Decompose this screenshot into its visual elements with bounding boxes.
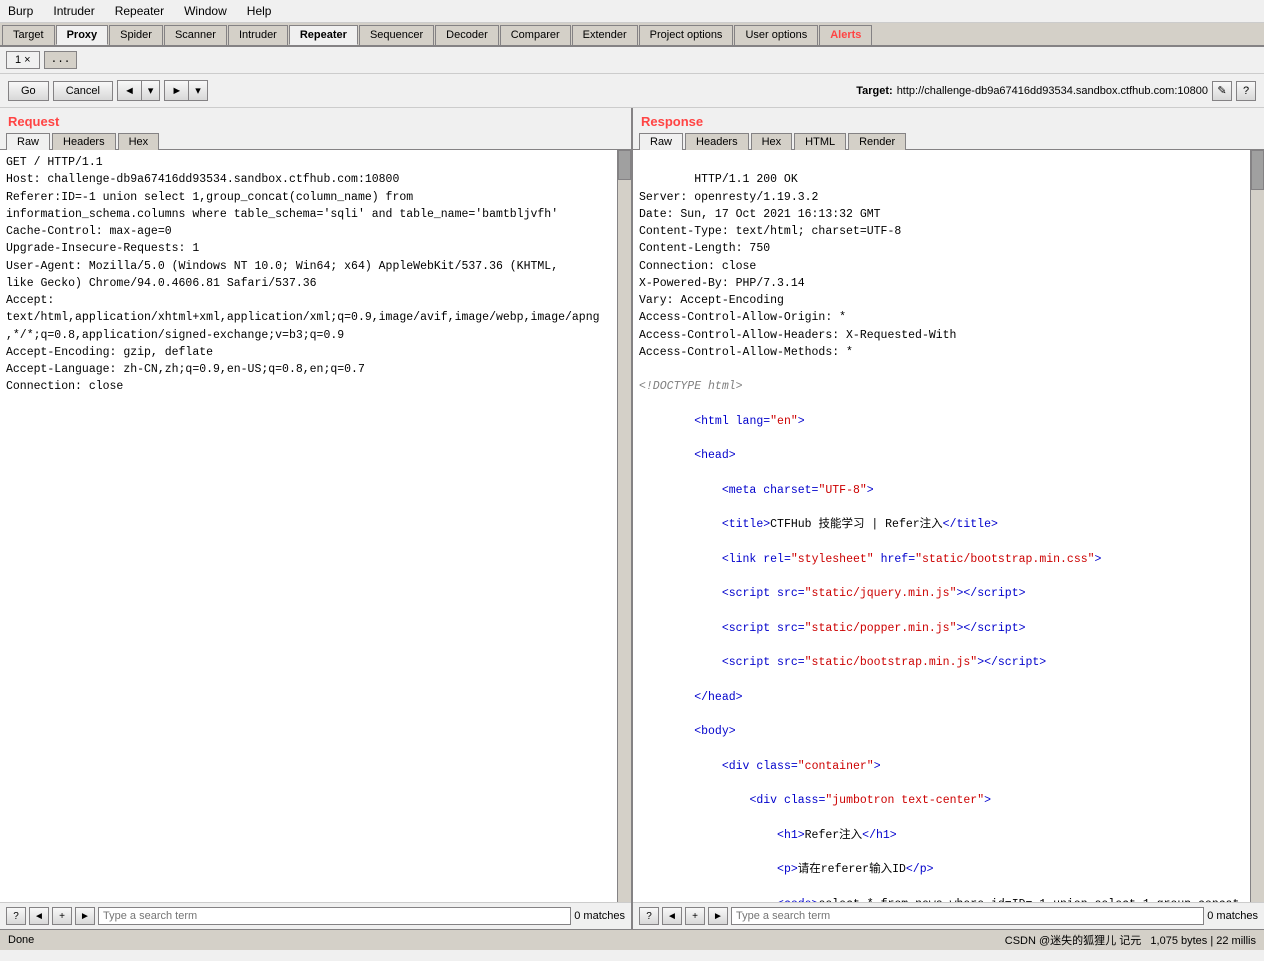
cancel-button[interactable]: Cancel (53, 81, 113, 101)
tab-target[interactable]: Target (2, 25, 55, 45)
status-right: CSDN @迷失的狐狸儿 记元 1,075 bytes | 22 millis (1005, 932, 1256, 948)
request-panel: Request Raw Headers Hex GET / HTTP/1.1 H… (0, 108, 633, 929)
response-search-help[interactable]: ? (639, 907, 659, 925)
request-panel-tabs: Raw Headers Hex (0, 133, 631, 150)
target-label: Target: (856, 85, 892, 97)
response-search-next2[interactable]: ► (708, 907, 728, 925)
back-dropdown-button[interactable]: ▾ (141, 80, 161, 101)
response-http-line: HTTP/1.1 200 OK Server: openresty/1.19.3… (639, 173, 956, 359)
tab-user-options[interactable]: User options (734, 25, 818, 45)
response-tab-headers[interactable]: Headers (685, 133, 749, 150)
go-button[interactable]: Go (8, 81, 49, 101)
request-panel-body: GET / HTTP/1.1 Host: challenge-db9a67416… (0, 150, 631, 902)
response-tab-html[interactable]: HTML (794, 133, 846, 150)
status-bar: Done CSDN @迷失的狐狸儿 记元 1,075 bytes | 22 mi… (0, 929, 1264, 950)
target-url: http://challenge-db9a67416dd93534.sandbo… (897, 85, 1208, 97)
response-search-bar: ? ◄ + ► 0 matches (633, 902, 1264, 929)
request-text-area[interactable]: GET / HTTP/1.1 Host: challenge-db9a67416… (0, 150, 617, 902)
request-search-prev[interactable]: ◄ (29, 907, 49, 925)
request-search-bar: ? ◄ + ► 0 matches (0, 902, 631, 929)
request-scrollbar[interactable] (617, 150, 631, 902)
menu-help[interactable]: Help (243, 2, 276, 20)
toolbar: Go Cancel ◄ ▾ ► ▾ Target: http://challen… (0, 74, 1264, 108)
tab-proxy[interactable]: Proxy (56, 25, 109, 45)
response-tab-render[interactable]: Render (848, 133, 906, 150)
tab-decoder[interactable]: Decoder (435, 25, 499, 45)
target-info: Target: http://challenge-db9a67416dd9353… (856, 81, 1256, 101)
response-tab-raw[interactable]: Raw (639, 133, 683, 150)
request-tab-hex[interactable]: Hex (118, 133, 160, 150)
response-search-prev[interactable]: ◄ (662, 907, 682, 925)
response-search-input[interactable] (731, 907, 1204, 925)
response-panel-body: HTTP/1.1 200 OK Server: openresty/1.19.3… (633, 150, 1264, 902)
main-tab-bar: Target Proxy Spider Scanner Intruder Rep… (0, 23, 1264, 47)
request-search-help[interactable]: ? (6, 907, 26, 925)
main-content: Request Raw Headers Hex GET / HTTP/1.1 H… (0, 108, 1264, 929)
forward-dropdown-button[interactable]: ▾ (188, 80, 208, 101)
tab-alerts[interactable]: Alerts (819, 25, 872, 45)
response-panel-tabs: Raw Headers Hex HTML Render (633, 133, 1264, 150)
tab-scanner[interactable]: Scanner (164, 25, 227, 45)
tab-intruder[interactable]: Intruder (228, 25, 288, 45)
response-search-count: 0 matches (1207, 910, 1258, 922)
repeater-tab-more[interactable]: ... (44, 51, 78, 69)
forward-nav-group: ► ▾ (164, 80, 207, 101)
request-tab-raw[interactable]: Raw (6, 133, 50, 150)
response-html-open: <html (694, 415, 729, 428)
repeater-tabs: 1 × ... (0, 47, 1264, 74)
menu-bar: Burp Intruder Repeater Window Help (0, 0, 1264, 23)
menu-intruder[interactable]: Intruder (49, 2, 98, 20)
menu-repeater[interactable]: Repeater (111, 2, 168, 20)
back-button[interactable]: ◄ (117, 80, 141, 101)
repeater-tab-1[interactable]: 1 × (6, 51, 40, 69)
edit-target-button[interactable]: ✎ (1212, 81, 1232, 101)
response-scrollbar[interactable] (1250, 150, 1264, 902)
tab-comparer[interactable]: Comparer (500, 25, 571, 45)
response-scroll-thumb[interactable] (1251, 150, 1264, 190)
request-title: Request (0, 108, 631, 133)
back-nav-group: ◄ ▾ (117, 80, 160, 101)
response-title: Response (633, 108, 1264, 133)
response-tab-hex[interactable]: Hex (751, 133, 793, 150)
tab-spider[interactable]: Spider (109, 25, 163, 45)
menu-window[interactable]: Window (180, 2, 231, 20)
request-search-next[interactable]: + (52, 907, 72, 925)
response-head-open: <head> (694, 449, 735, 462)
tab-repeater[interactable]: Repeater (289, 25, 358, 45)
tab-sequencer[interactable]: Sequencer (359, 25, 434, 45)
response-scroll-track (1251, 150, 1264, 902)
response-text-area: HTTP/1.1 200 OK Server: openresty/1.19.3… (633, 150, 1250, 902)
request-scroll-track (618, 150, 631, 902)
tab-extender[interactable]: Extender (572, 25, 638, 45)
tab-project-options[interactable]: Project options (639, 25, 734, 45)
request-tab-headers[interactable]: Headers (52, 133, 116, 150)
response-doctype: <!DOCTYPE html> (639, 380, 743, 393)
response-panel: Response Raw Headers Hex HTML Render HTT… (633, 108, 1264, 929)
menu-burp[interactable]: Burp (4, 2, 37, 20)
request-scroll-thumb[interactable] (618, 150, 631, 180)
status-done: Done (8, 934, 34, 946)
response-search-next[interactable]: + (685, 907, 705, 925)
request-search-count: 0 matches (574, 910, 625, 922)
forward-button[interactable]: ► (164, 80, 188, 101)
request-search-input[interactable] (98, 907, 571, 925)
help-button[interactable]: ? (1236, 81, 1256, 101)
request-search-next2[interactable]: ► (75, 907, 95, 925)
